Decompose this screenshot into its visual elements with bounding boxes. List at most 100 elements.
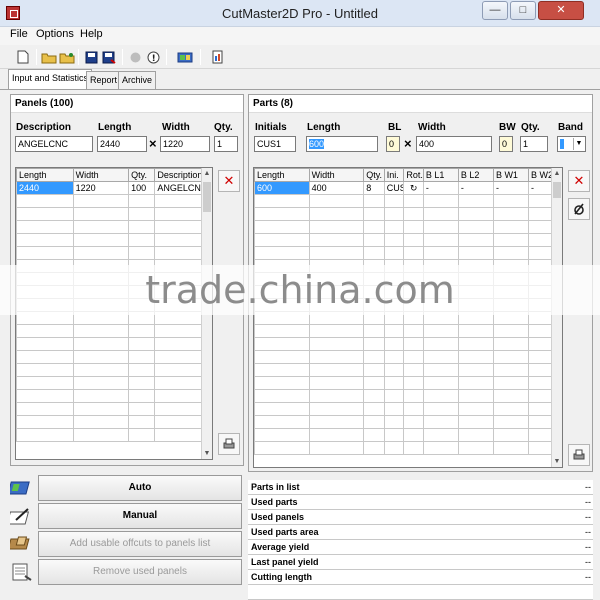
column-header[interactable]: Ini.	[383, 168, 405, 182]
empty-cell[interactable]	[308, 194, 365, 208]
empty-cell[interactable]	[72, 402, 130, 416]
empty-cell[interactable]	[492, 402, 529, 416]
empty-cell[interactable]	[72, 246, 130, 260]
scroll-down-icon[interactable]: ▼	[202, 450, 212, 457]
empty-row[interactable]	[254, 389, 562, 403]
empty-row[interactable]	[254, 246, 562, 260]
empty-cell[interactable]	[457, 428, 494, 442]
empty-cell[interactable]	[403, 220, 424, 234]
empty-cell[interactable]	[422, 324, 459, 338]
open-folder-icon[interactable]	[40, 48, 58, 66]
empty-row[interactable]	[254, 337, 562, 351]
empty-cell[interactable]	[72, 220, 130, 234]
column-header[interactable]: Qty.	[128, 168, 156, 182]
empty-cell[interactable]	[403, 350, 424, 364]
empty-cell[interactable]	[363, 194, 385, 208]
empty-cell[interactable]	[422, 220, 459, 234]
empty-row[interactable]	[16, 415, 212, 429]
empty-cell[interactable]	[16, 324, 74, 338]
empty-cell[interactable]	[16, 402, 74, 416]
empty-cell[interactable]	[128, 324, 156, 338]
empty-row[interactable]	[254, 233, 562, 247]
empty-cell[interactable]	[128, 415, 156, 429]
save-icon[interactable]	[82, 48, 100, 66]
empty-cell[interactable]	[363, 441, 385, 455]
empty-row[interactable]	[16, 389, 212, 403]
empty-cell[interactable]	[16, 428, 74, 442]
panels-qty-input[interactable]: 1	[214, 136, 238, 152]
empty-cell[interactable]	[72, 207, 130, 221]
empty-cell[interactable]	[363, 402, 385, 416]
empty-cell[interactable]	[308, 428, 365, 442]
column-header[interactable]: Width	[72, 168, 130, 182]
empty-cell[interactable]	[492, 376, 529, 390]
empty-cell[interactable]	[308, 376, 365, 390]
empty-cell[interactable]	[383, 363, 405, 377]
parts-length-input[interactable]: 600	[306, 136, 378, 152]
clear-parts-button[interactable]	[568, 198, 590, 220]
empty-cell[interactable]	[422, 350, 459, 364]
menu-help[interactable]: Help	[80, 28, 103, 40]
open-project-icon[interactable]	[58, 48, 76, 66]
empty-cell[interactable]	[403, 402, 424, 416]
empty-cell[interactable]	[403, 337, 424, 351]
print-parts-button[interactable]	[568, 444, 590, 466]
empty-cell[interactable]	[254, 246, 310, 260]
empty-cell[interactable]	[254, 402, 310, 416]
table-cell[interactable]: 1220	[72, 181, 130, 195]
table-cell[interactable]: 400	[308, 181, 365, 195]
empty-cell[interactable]	[308, 220, 365, 234]
empty-cell[interactable]	[128, 389, 156, 403]
empty-cell[interactable]	[457, 246, 494, 260]
empty-cell[interactable]	[403, 415, 424, 429]
empty-cell[interactable]	[128, 350, 156, 364]
empty-cell[interactable]	[128, 402, 156, 416]
column-header[interactable]: B W1	[492, 168, 529, 182]
empty-cell[interactable]	[422, 428, 459, 442]
empty-cell[interactable]	[16, 194, 74, 208]
empty-cell[interactable]	[363, 220, 385, 234]
empty-cell[interactable]	[363, 389, 385, 403]
empty-cell[interactable]	[254, 428, 310, 442]
empty-cell[interactable]	[254, 233, 310, 247]
empty-cell[interactable]	[383, 220, 405, 234]
empty-cell[interactable]	[457, 337, 494, 351]
empty-cell[interactable]	[363, 324, 385, 338]
empty-cell[interactable]	[383, 233, 405, 247]
parts-band-select[interactable]: ▼	[557, 136, 586, 152]
empty-cell[interactable]	[422, 441, 459, 455]
empty-cell[interactable]	[72, 389, 130, 403]
tab-input-and-statistics[interactable]: Input and Statistics	[8, 69, 93, 90]
empty-cell[interactable]	[72, 233, 130, 247]
empty-cell[interactable]	[492, 233, 529, 247]
scroll-up-icon[interactable]: ▲	[552, 170, 562, 177]
menu-options[interactable]: Options	[36, 28, 74, 40]
parts-bl-input[interactable]: 0	[386, 136, 400, 152]
empty-row[interactable]	[16, 246, 212, 260]
empty-cell[interactable]	[422, 363, 459, 377]
empty-cell[interactable]	[308, 389, 365, 403]
empty-cell[interactable]	[72, 428, 130, 442]
table-row[interactable]: 2440 1220 100 ANGELCNC	[16, 181, 212, 195]
empty-cell[interactable]	[363, 337, 385, 351]
minimize-button[interactable]: —	[482, 1, 508, 20]
scroll-up-icon[interactable]: ▲	[202, 170, 212, 177]
parts-width-input[interactable]: 400	[416, 136, 492, 152]
empty-cell[interactable]	[492, 363, 529, 377]
empty-cell[interactable]	[383, 441, 405, 455]
empty-cell[interactable]	[457, 363, 494, 377]
empty-row[interactable]	[254, 350, 562, 364]
empty-cell[interactable]	[383, 415, 405, 429]
empty-row[interactable]	[16, 207, 212, 221]
empty-cell[interactable]	[492, 337, 529, 351]
empty-cell[interactable]	[383, 324, 405, 338]
panels-description-input[interactable]: ANGELCNC	[15, 136, 93, 152]
empty-cell[interactable]	[457, 402, 494, 416]
parts-scrollbar[interactable]: ▲ ▼	[551, 168, 562, 467]
empty-row[interactable]	[16, 376, 212, 390]
delete-panel-button[interactable]: ✕	[218, 170, 240, 192]
column-header[interactable]: B L2	[457, 168, 494, 182]
empty-cell[interactable]	[72, 415, 130, 429]
empty-cell[interactable]	[308, 233, 365, 247]
empty-row[interactable]	[16, 428, 212, 442]
